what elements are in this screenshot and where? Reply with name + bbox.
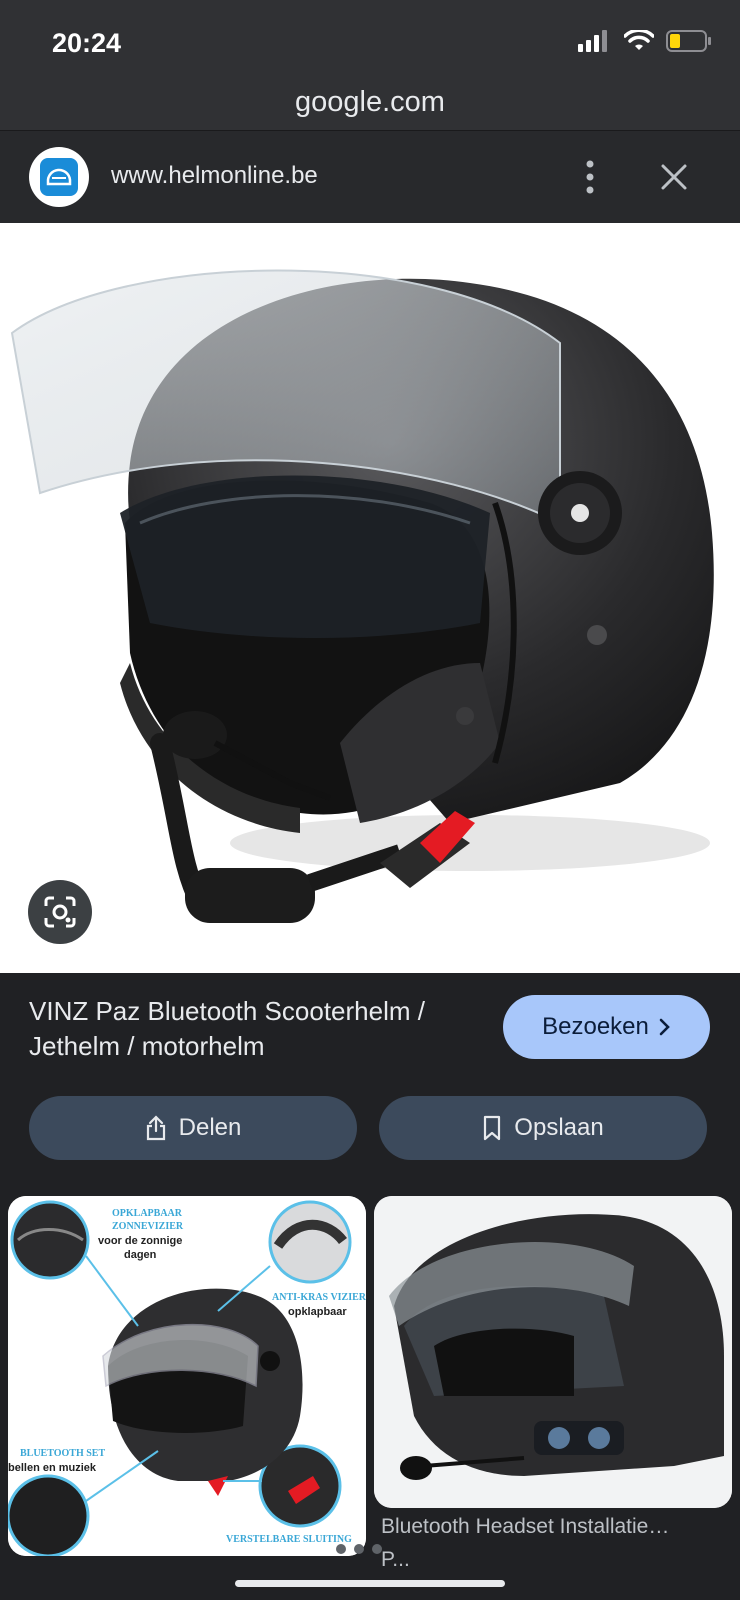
related-image-card[interactable] [374,1196,732,1508]
save-label: Opslaan [514,1114,604,1141]
wifi-icon [624,30,654,50]
related-subtitle: P... [381,1548,410,1571]
callout-opklapbaar-2: opklapbaar [288,1306,347,1318]
google-lens-button[interactable] [28,880,92,944]
page-dots [336,1544,382,1554]
callout-bellen: bellen en muziek [8,1462,97,1474]
status-bar: 20:24 [0,0,740,80]
related-title[interactable]: Bluetooth Headset Installatie… [381,1515,669,1539]
vertical-dots-icon [586,160,594,194]
callout-dagen: dagen [124,1249,157,1261]
close-icon [661,164,687,190]
visit-button[interactable]: Bezoeken [503,995,710,1059]
home-indicator[interactable] [235,1580,505,1587]
share-button[interactable]: Delen [29,1096,357,1160]
helmet-favicon-icon [40,158,78,196]
status-time: 20:24 [52,28,122,58]
lens-icon [44,896,76,928]
callout-opklapbaar: OPKLAPBAAR [112,1208,182,1219]
page-dot [336,1544,346,1554]
signal-icon [578,30,607,52]
page-dot [354,1544,364,1554]
bluetooth-helmet-image [374,1196,732,1508]
helmet-feature-infographic [8,1196,366,1556]
callout-sluiting: VERSTELBARE SLUITING [226,1534,352,1545]
callout-antikras: ANTI-KRAS VIZIER [272,1292,366,1303]
page-dot [372,1544,382,1554]
callout-zonnevizier: ZONNEVIZIER [112,1221,184,1232]
callout-bluetooth: BLUETOOTH SET [20,1448,106,1459]
share-icon [146,1115,165,1141]
visit-label: Bezoeken [542,1013,649,1040]
close-button[interactable] [656,159,692,195]
battery-low-icon [666,30,711,52]
save-button[interactable]: Opslaan [379,1096,707,1160]
more-options-button[interactable] [572,159,608,195]
browser-url-bar[interactable]: google.com [0,80,740,131]
bookmark-icon [484,1115,501,1141]
chevron-right-icon [659,1018,670,1036]
site-favicon [29,147,89,207]
status-icons [578,30,712,52]
result-title[interactable]: VINZ Paz Bluetooth Scooterhelm / Jethelm… [29,994,479,1064]
main-product-image[interactable] [0,223,740,973]
image-viewer-header: www.helmonline.be [0,131,740,223]
source-site-link[interactable]: www.helmonline.be [111,162,318,190]
helmet-illustration [10,269,714,923]
related-image-card[interactable]: OPKLAPBAAR ZONNEVIZIER voor de zonnige d… [8,1196,366,1556]
callout-zonnige: voor de zonnige [98,1235,183,1247]
share-label: Delen [178,1114,242,1141]
browser-url[interactable]: google.com [0,86,740,119]
